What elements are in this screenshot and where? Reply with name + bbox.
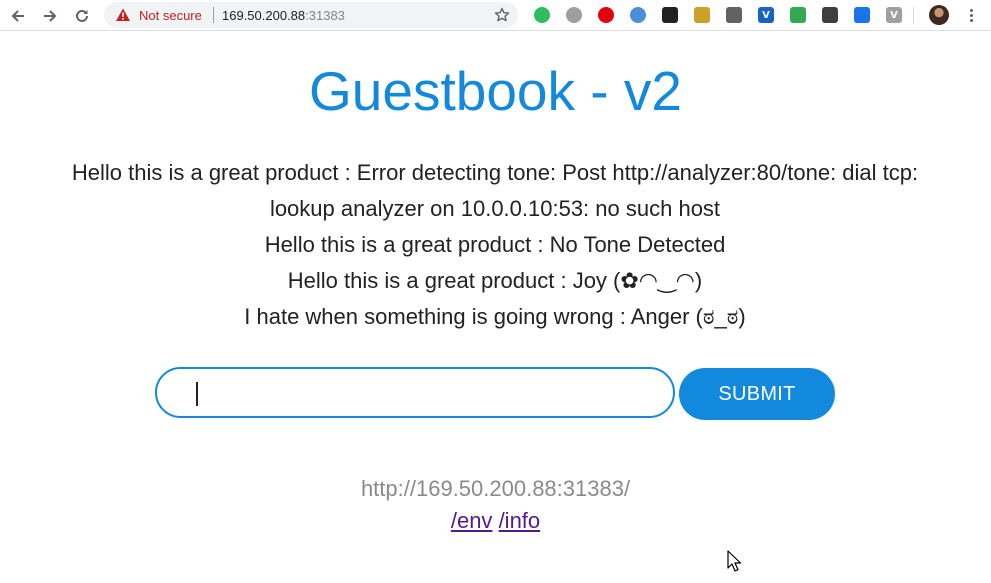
mouse-pointer-icon bbox=[727, 550, 741, 572]
forward-button[interactable] bbox=[39, 5, 61, 27]
url-text[interactable]: 169.50.200.88:31383 bbox=[222, 8, 345, 23]
v-grey-icon[interactable]: V bbox=[886, 7, 902, 23]
profile-avatar[interactable] bbox=[929, 5, 949, 25]
image-icon[interactable] bbox=[694, 7, 710, 23]
bookmark-star-icon[interactable] bbox=[494, 7, 510, 23]
lock-badge-icon[interactable] bbox=[822, 7, 838, 23]
entry-line: Hello this is a great product : No Tone … bbox=[264, 232, 726, 257]
camera-icon[interactable] bbox=[662, 7, 678, 23]
guestbook-entry-input[interactable] bbox=[155, 367, 675, 418]
globe-icon[interactable] bbox=[630, 7, 646, 23]
reload-icon bbox=[76, 9, 88, 22]
back-button[interactable] bbox=[7, 5, 29, 27]
env-link[interactable]: /env bbox=[451, 508, 493, 533]
layers-icon[interactable] bbox=[854, 7, 870, 23]
browser-menu-icon[interactable] bbox=[966, 5, 976, 25]
toolbar-divider bbox=[913, 7, 914, 24]
pulse-icon[interactable] bbox=[790, 7, 806, 23]
entry-line: Hello this is a great product : Error de… bbox=[71, 160, 919, 185]
arrow-left-icon bbox=[11, 10, 24, 22]
not-secure-label[interactable]: Not secure bbox=[139, 8, 202, 23]
warning-icon bbox=[116, 8, 130, 21]
address-bar[interactable]: Not secure 169.50.200.88:31383 bbox=[104, 2, 518, 28]
info-link[interactable]: /info bbox=[499, 508, 541, 533]
reload-button[interactable] bbox=[71, 5, 93, 27]
v-icon[interactable]: V bbox=[758, 7, 774, 23]
browser-toolbar: Not secure 169.50.200.88:31383 V V bbox=[0, 0, 991, 31]
entry-line: Hello this is a great product : Joy (✿◠‿… bbox=[287, 268, 703, 293]
url-host: 169.50.200.88 bbox=[222, 8, 306, 23]
page-title: Guestbook - v2 bbox=[309, 60, 682, 122]
chat-icon[interactable] bbox=[726, 7, 742, 23]
submit-button[interactable]: SUBMIT bbox=[679, 368, 835, 420]
footer-links: /env /info bbox=[0, 508, 991, 534]
omnibox-divider bbox=[213, 7, 214, 23]
url-port: :31383 bbox=[305, 8, 345, 23]
opera-icon[interactable] bbox=[598, 7, 614, 23]
arrow-right-icon bbox=[44, 10, 57, 22]
host-url: http://169.50.200.88:31383/ bbox=[360, 476, 631, 501]
grey-circle-icon[interactable] bbox=[566, 7, 582, 23]
evernote-icon[interactable] bbox=[534, 7, 550, 23]
guestbook-entries: Hello this is a great product : Error de… bbox=[30, 155, 960, 335]
text-caret bbox=[196, 382, 198, 406]
entry-line: I hate when something is going wrong : A… bbox=[244, 304, 746, 329]
entry-line: lookup analyzer on 10.0.0.10:53: no such… bbox=[269, 196, 721, 221]
